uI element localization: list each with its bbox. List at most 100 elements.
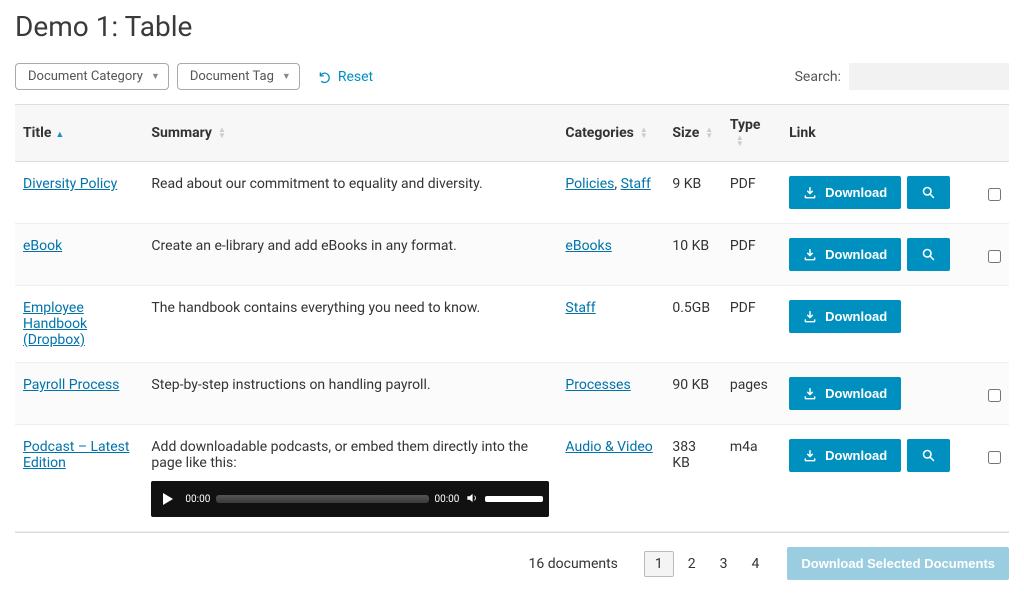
document-count: 16 documents	[529, 556, 618, 572]
categories-cell: Policies, Staff	[557, 162, 664, 224]
download-icon	[803, 387, 817, 401]
sort-icon: ▲▼	[705, 127, 713, 139]
download-icon	[803, 186, 817, 200]
download-icon	[803, 310, 817, 324]
type-cell: pages	[722, 363, 781, 425]
download-button[interactable]: Download	[789, 238, 901, 271]
category-link[interactable]: Policies	[565, 176, 614, 192]
categories-cell: Staff	[557, 286, 664, 363]
category-filter-dropdown[interactable]: Document Category ▼	[15, 63, 169, 90]
summary-cell: The handbook contains everything you nee…	[143, 286, 557, 363]
document-title-link[interactable]: eBook	[23, 238, 62, 254]
sort-icon: ▲▼	[218, 127, 226, 139]
page-link-3[interactable]: 3	[710, 552, 738, 576]
categories-cell: Processes	[557, 363, 664, 425]
row-checkbox[interactable]	[988, 250, 1001, 263]
table-row: Podcast – Latest Edition Add downloadable…	[15, 425, 1009, 532]
download-selected-label: Download Selected Documents	[801, 556, 995, 571]
search-icon	[921, 448, 936, 463]
summary-cell: Read about our commitment to equality an…	[143, 162, 557, 224]
download-label: Download	[825, 309, 887, 324]
reset-link[interactable]: Reset	[318, 69, 373, 85]
table-row: eBook Create an e-library and add eBooks …	[15, 224, 1009, 286]
categories-cell: Audio & Video	[557, 425, 664, 532]
page-link-4[interactable]: 4	[742, 552, 770, 576]
type-cell: PDF	[722, 224, 781, 286]
page-link-2[interactable]: 2	[678, 552, 706, 576]
category-link[interactable]: Staff	[621, 176, 651, 192]
col-checkbox	[974, 105, 1009, 162]
sort-asc-icon: ▲	[55, 130, 64, 140]
download-label: Download	[825, 386, 887, 401]
download-button[interactable]: Download	[789, 439, 901, 472]
type-cell: PDF	[722, 286, 781, 363]
row-checkbox[interactable]	[988, 389, 1001, 402]
size-cell: 0.5GB	[664, 286, 721, 363]
page-link-1[interactable]: 1	[644, 551, 674, 577]
col-title[interactable]: Title▲	[15, 105, 143, 162]
search-label: Search:	[795, 69, 841, 85]
table-row: Employee Handbook (Dropbox) The handbook …	[15, 286, 1009, 363]
category-link[interactable]: eBooks	[565, 238, 611, 254]
download-selected-button[interactable]: Download Selected Documents	[787, 547, 1009, 580]
tag-filter-dropdown[interactable]: Document Tag ▼	[177, 63, 300, 90]
document-title-link[interactable]: Payroll Process	[23, 377, 119, 393]
type-cell: m4a	[722, 425, 781, 532]
document-title-link[interactable]: Employee Handbook (Dropbox)	[23, 300, 87, 348]
col-size[interactable]: Size▲▼	[664, 105, 721, 162]
play-icon[interactable]	[163, 493, 173, 505]
size-cell: 383 KB	[664, 425, 721, 532]
category-filter-label: Document Category	[28, 69, 143, 84]
search-icon	[921, 247, 936, 262]
preview-button[interactable]	[907, 176, 950, 209]
col-summary[interactable]: Summary▲▼	[143, 105, 557, 162]
speaker-icon[interactable]	[465, 491, 479, 508]
summary-cell: Create an e-library and add eBooks in an…	[143, 224, 557, 286]
download-icon	[803, 449, 817, 463]
tag-filter-label: Document Tag	[190, 69, 274, 84]
size-cell: 9 KB	[664, 162, 721, 224]
download-button[interactable]: Download	[789, 377, 901, 410]
download-label: Download	[825, 185, 887, 200]
category-link[interactable]: Processes	[565, 377, 630, 393]
filter-toolbar: Document Category ▼ Document Tag ▼ Reset…	[15, 63, 1009, 90]
col-categories[interactable]: Categories▲▼	[557, 105, 664, 162]
volume-slider[interactable]	[485, 496, 543, 502]
table-row: Payroll Process Step-by-step instructions…	[15, 363, 1009, 425]
download-button[interactable]: Download	[789, 176, 901, 209]
summary-cell: Step-by-step instructions on handling pa…	[143, 363, 557, 425]
type-cell: PDF	[722, 162, 781, 224]
table-footer: 16 documents 1234 Download Selected Docu…	[15, 532, 1009, 594]
category-link[interactable]: Staff	[565, 300, 595, 316]
category-link[interactable]: Audio & Video	[565, 439, 652, 455]
search-icon	[921, 185, 936, 200]
preview-button[interactable]	[907, 439, 950, 472]
row-checkbox[interactable]	[988, 451, 1001, 464]
download-label: Download	[825, 448, 887, 463]
size-cell: 90 KB	[664, 363, 721, 425]
row-checkbox[interactable]	[988, 188, 1001, 201]
documents-table: Title▲ Summary▲▼ Categories▲▼ Size▲▼ Typ…	[15, 104, 1009, 532]
search-wrap: Search:	[795, 63, 1009, 90]
audio-current-time: 00:00	[185, 494, 210, 505]
sort-icon: ▲▼	[736, 135, 744, 147]
document-title-link[interactable]: Diversity Policy	[23, 176, 117, 192]
document-title-link[interactable]: Podcast – Latest Edition	[23, 439, 129, 471]
download-button[interactable]: Download	[789, 300, 901, 333]
audio-track[interactable]	[216, 495, 428, 503]
preview-button[interactable]	[907, 238, 950, 271]
audio-player[interactable]: 00:00 00:00	[151, 481, 549, 517]
page-title: Demo 1: Table	[15, 10, 1009, 43]
chevron-down-icon: ▼	[282, 71, 291, 82]
chevron-down-icon: ▼	[151, 71, 160, 82]
pagination: 1234	[644, 551, 770, 577]
size-cell: 10 KB	[664, 224, 721, 286]
reset-label: Reset	[338, 69, 373, 85]
categories-cell: eBooks	[557, 224, 664, 286]
col-type[interactable]: Type▲▼	[722, 105, 781, 162]
search-input[interactable]	[849, 63, 1009, 90]
undo-icon	[318, 70, 332, 84]
audio-total-time: 00:00	[435, 494, 460, 505]
table-row: Diversity Policy Read about our commitmen…	[15, 162, 1009, 224]
summary-cell: Add downloadable podcasts, or embed them…	[143, 425, 557, 532]
